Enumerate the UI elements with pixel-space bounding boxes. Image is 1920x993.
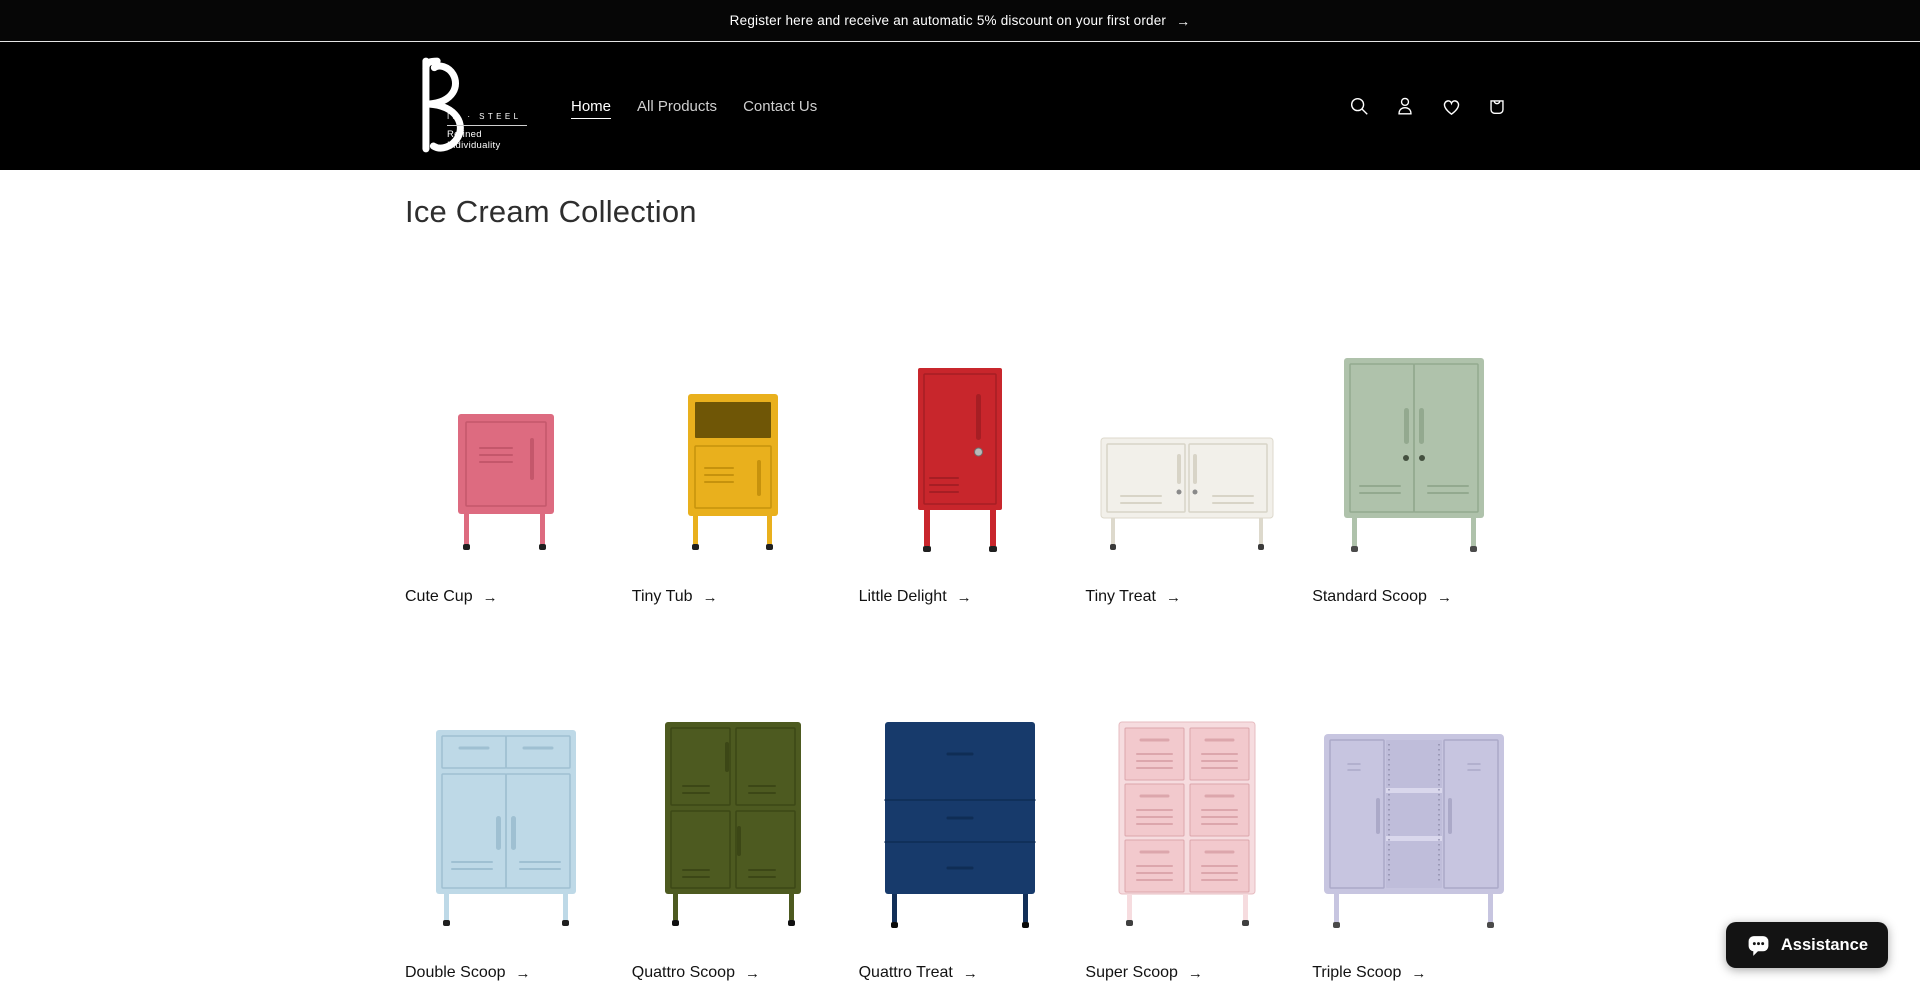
nav-item-home[interactable]: Home — [571, 98, 611, 115]
announcement-bar: Register here and receive an automatic 5… — [0, 0, 1920, 42]
product-title: Tiny Treat — [1085, 588, 1156, 606]
product-link[interactable]: Quattro Scoop → — [632, 964, 835, 982]
announcement-link[interactable]: Register here and receive an automatic 5… — [730, 13, 1191, 29]
product-link[interactable]: Cute Cup → — [405, 588, 608, 606]
product-image-triple-scoop[interactable] — [1312, 666, 1515, 938]
product-title: Little Delight — [859, 588, 947, 606]
product-card: Cute Cup → — [405, 290, 608, 606]
product-title: Triple Scoop — [1312, 964, 1401, 982]
arrow-right-icon: → — [745, 965, 760, 982]
product-image-super-scoop[interactable] — [1085, 666, 1288, 938]
product-link[interactable]: Super Scoop → — [1085, 964, 1288, 982]
product-card: Standard Scoop → — [1312, 290, 1515, 606]
product-image-tiny-treat[interactable] — [1085, 290, 1288, 562]
product-link[interactable]: Tiny Treat → — [1085, 588, 1288, 606]
arrow-right-icon: → — [516, 965, 531, 982]
product-title: Quattro Scoop — [632, 964, 735, 982]
product-link[interactable]: Quattro Treat → — [859, 964, 1062, 982]
search-icon[interactable] — [1341, 88, 1377, 124]
account-icon[interactable] — [1387, 88, 1423, 124]
arrow-right-icon: → — [483, 589, 498, 606]
product-image-double-scoop[interactable] — [405, 666, 608, 938]
product-card: Quattro Treat → — [859, 666, 1062, 982]
chat-widget-label: Assistance — [1781, 936, 1868, 955]
product-card: Double Scoop → — [405, 666, 608, 982]
nav-item-all-products[interactable]: All Products — [637, 98, 717, 115]
product-link[interactable]: Double Scoop → — [405, 964, 608, 982]
logo-brand: IN · STEEL — [447, 112, 527, 121]
arrow-right-icon: → — [703, 589, 718, 606]
store-logo[interactable]: IN · STEEL Refined Individuality — [405, 55, 525, 157]
product-image-cute-cup[interactable] — [405, 290, 608, 562]
chat-widget-button[interactable]: Assistance — [1726, 922, 1888, 968]
nav-item-contact-us[interactable]: Contact Us — [743, 98, 817, 115]
logo-tagline-1: Refined — [447, 129, 527, 140]
product-image-standard-scoop[interactable] — [1312, 290, 1515, 562]
page-title: Ice Cream Collection — [405, 192, 1515, 232]
product-link[interactable]: Standard Scoop → — [1312, 588, 1515, 606]
header-icons — [1341, 88, 1515, 124]
arrow-right-icon: → — [957, 589, 972, 606]
product-title: Double Scoop — [405, 964, 506, 982]
product-card: Quattro Scoop → — [632, 666, 835, 982]
site-header: IN · STEEL Refined Individuality Home All… — [0, 42, 1920, 170]
chat-bubble-icon — [1746, 933, 1771, 958]
wishlist-heart-icon[interactable] — [1433, 88, 1469, 124]
arrow-right-icon: → — [963, 965, 978, 982]
arrow-right-icon: → — [1176, 13, 1190, 29]
product-link[interactable]: Little Delight → — [859, 588, 1062, 606]
main-content: Ice Cream Collection Cute Cup → Tiny Tub… — [405, 192, 1515, 982]
product-title: Super Scoop — [1085, 964, 1178, 982]
product-card: Triple Scoop → — [1312, 666, 1515, 982]
arrow-right-icon: → — [1188, 965, 1203, 982]
product-card: Super Scoop → — [1085, 666, 1288, 982]
product-title: Quattro Treat — [859, 964, 953, 982]
product-card: Tiny Tub → — [632, 290, 835, 606]
arrow-right-icon: → — [1411, 965, 1426, 982]
product-image-quattro-treat[interactable] — [859, 666, 1062, 938]
arrow-right-icon: → — [1166, 589, 1181, 606]
product-card: Tiny Treat → — [1085, 290, 1288, 606]
product-title: Cute Cup — [405, 588, 473, 606]
product-image-quattro-scoop[interactable] — [632, 666, 835, 938]
product-link[interactable]: Triple Scoop → — [1312, 964, 1515, 982]
logo-divider — [447, 125, 527, 126]
cart-icon[interactable] — [1479, 88, 1515, 124]
product-title: Tiny Tub — [632, 588, 693, 606]
product-title: Standard Scoop — [1312, 588, 1427, 606]
main-nav: Home All Products Contact Us — [571, 98, 817, 115]
logo-text: IN · STEEL Refined Individuality — [447, 112, 527, 152]
product-image-tiny-tub[interactable] — [632, 290, 835, 562]
announcement-text: Register here and receive an automatic 5… — [730, 13, 1166, 28]
product-link[interactable]: Tiny Tub → — [632, 588, 835, 606]
product-grid: Cute Cup → Tiny Tub → Little Delight → T… — [405, 290, 1515, 982]
product-image-little-delight[interactable] — [859, 290, 1062, 562]
arrow-right-icon: → — [1437, 589, 1452, 606]
logo-tagline-2: Individuality — [447, 140, 527, 151]
product-card: Little Delight → — [859, 290, 1062, 606]
